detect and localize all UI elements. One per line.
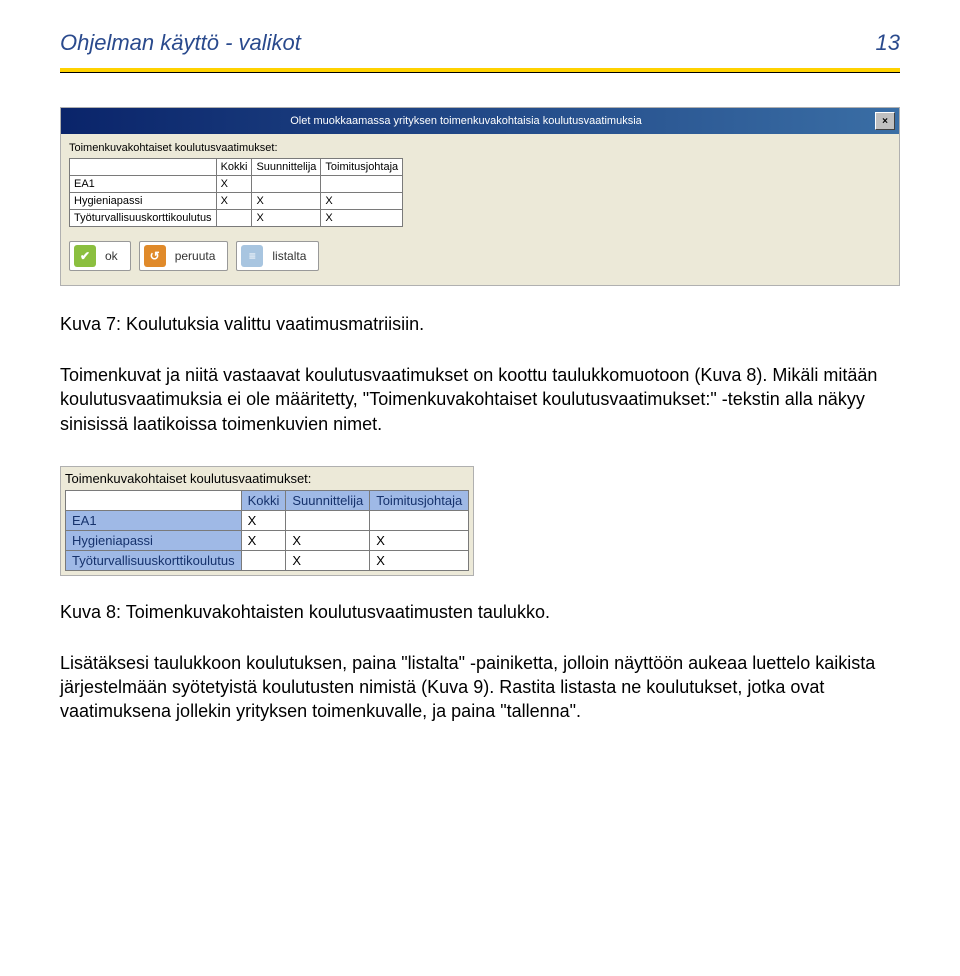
- cell: X: [241, 510, 286, 530]
- empty-cell: [66, 490, 242, 510]
- row-label: Hygieniapassi: [66, 530, 242, 550]
- table-header-row: Kokki Suunnittelija Toimitusjohtaja: [66, 490, 469, 510]
- cell: [370, 510, 469, 530]
- figure-caption-8: Kuva 8: Toimenkuvakohtaisten koulutusvaa…: [60, 602, 900, 623]
- cancel-icon: ↺: [144, 245, 166, 267]
- cell: X: [241, 530, 286, 550]
- cell[interactable]: X: [252, 193, 321, 210]
- row-label: Hygieniapassi: [70, 193, 217, 210]
- cell[interactable]: X: [216, 176, 252, 193]
- requirements-matrix-2: Kokki Suunnittelija Toimitusjohtaja EA1 …: [65, 490, 469, 571]
- row-label: EA1: [66, 510, 242, 530]
- cell: X: [286, 550, 370, 570]
- dialog-title: Olet muokkaamassa yrityksen toimenkuvako…: [61, 108, 871, 134]
- row-label: Työturvallisuuskorttikoulutus: [70, 210, 217, 227]
- row-label: EA1: [70, 176, 217, 193]
- table-row: Työturvallisuuskorttikoulutus X X: [70, 210, 403, 227]
- cancel-button[interactable]: ↺ peruuta: [139, 241, 229, 271]
- requirements-matrix: Kokki Suunnittelija Toimitusjohtaja EA1 …: [69, 158, 403, 227]
- dialog-screenshot: Olet muokkaamassa yrityksen toimenkuvako…: [60, 107, 900, 286]
- page-title: Ohjelman käyttö - valikot: [60, 30, 301, 56]
- cell[interactable]: X: [321, 193, 403, 210]
- cell[interactable]: X: [252, 210, 321, 227]
- cell[interactable]: X: [216, 193, 252, 210]
- table-row: Työturvallisuuskorttikoulutus X X: [66, 550, 469, 570]
- col-header: Suunnittelija: [252, 159, 321, 176]
- ok-button[interactable]: ✔ ok: [69, 241, 131, 271]
- matrix2-label: Toimenkuvakohtaiset koulutusvaatimukset:: [65, 471, 469, 486]
- dialog-titlebar: Olet muokkaamassa yrityksen toimenkuvako…: [61, 108, 899, 134]
- col-header: Kokki: [216, 159, 252, 176]
- table-row: EA1 X: [66, 510, 469, 530]
- row-label: Työturvallisuuskorttikoulutus: [66, 550, 242, 570]
- table-row: EA1 X: [70, 176, 403, 193]
- paragraph-1: Toimenkuvat ja niitä vastaavat koulutusv…: [60, 363, 900, 436]
- list-label: listalta: [272, 249, 306, 263]
- cell: X: [286, 530, 370, 550]
- close-icon[interactable]: ×: [875, 112, 895, 130]
- empty-cell: [70, 159, 217, 176]
- page-header: Ohjelman käyttö - valikot 13: [60, 30, 900, 56]
- page-number: 13: [876, 30, 900, 56]
- col-header: Kokki: [241, 490, 286, 510]
- ok-label: ok: [105, 249, 118, 263]
- check-icon: ✔: [74, 245, 96, 267]
- cell: X: [370, 530, 469, 550]
- table-row: Hygieniapassi X X X: [66, 530, 469, 550]
- table-header-row: Kokki Suunnittelija Toimitusjohtaja: [70, 159, 403, 176]
- dialog-buttons: ✔ ok ↺ peruuta ≡ listalta: [69, 237, 891, 277]
- matrix-label: Toimenkuvakohtaiset koulutusvaatimukset:: [69, 142, 891, 154]
- cell: [241, 550, 286, 570]
- matrix-screenshot: Toimenkuvakohtaiset koulutusvaatimukset:…: [60, 466, 474, 576]
- col-header: Suunnittelija: [286, 490, 370, 510]
- table-row: Hygieniapassi X X X: [70, 193, 403, 210]
- cell[interactable]: [216, 210, 252, 227]
- cell[interactable]: [321, 176, 403, 193]
- cell: X: [370, 550, 469, 570]
- col-header: Toimitusjohtaja: [370, 490, 469, 510]
- cell: [286, 510, 370, 530]
- list-button[interactable]: ≡ listalta: [236, 241, 319, 271]
- header-rule: [60, 68, 900, 73]
- figure-caption-7: Kuva 7: Koulutuksia valittu vaatimusmatr…: [60, 314, 900, 335]
- cell[interactable]: X: [321, 210, 403, 227]
- col-header: Toimitusjohtaja: [321, 159, 403, 176]
- cell[interactable]: [252, 176, 321, 193]
- paragraph-2: Lisätäksesi taulukkoon koulutuksen, pain…: [60, 651, 900, 724]
- cancel-label: peruuta: [175, 249, 216, 263]
- list-icon: ≡: [241, 245, 263, 267]
